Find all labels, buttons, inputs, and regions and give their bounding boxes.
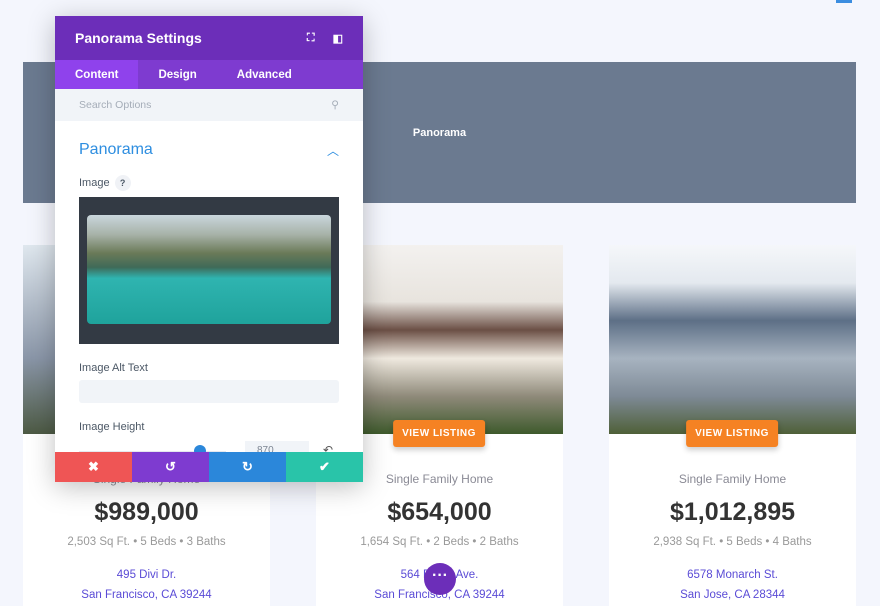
more-options-button[interactable]: ··· — [424, 563, 456, 595]
section-title: Panorama — [79, 141, 153, 158]
image-label: Image — [79, 177, 110, 189]
search-placeholder: Search Options — [79, 99, 152, 111]
listing-image — [609, 245, 856, 434]
chevron-up-icon[interactable]: ︿ — [327, 142, 339, 159]
banner-title: Panorama — [412, 126, 467, 139]
listing-meta: 1,654 Sq Ft. • 2 Beds • 2 Baths — [360, 536, 519, 548]
help-icon[interactable]: ? — [114, 175, 131, 191]
listing-price: $1,012,895 — [669, 498, 796, 526]
listing-type: Single Family Home — [678, 472, 787, 486]
listing-city[interactable]: San Jose, CA 28344 — [609, 585, 856, 605]
save-button[interactable]: ✔ — [286, 452, 363, 482]
listing-address[interactable]: 6578 Monarch St. — [609, 565, 856, 585]
redo-button[interactable]: ↻ — [209, 452, 286, 482]
cancel-button[interactable]: ✖ — [55, 452, 132, 482]
settings-panel: Panorama Settings ⛶ ◧ Content Design Adva… — [55, 16, 363, 482]
image-upload[interactable] — [79, 197, 339, 344]
tab-content[interactable]: Content — [55, 60, 139, 89]
sidebar-toggle-icon[interactable]: ◧ — [333, 32, 343, 45]
listing-price: $654,000 — [387, 498, 492, 526]
search-icon: ⚲ — [331, 99, 339, 111]
listing-price: $989,000 — [94, 498, 199, 526]
alt-text-label: Image Alt Text — [79, 362, 148, 374]
tab-advanced[interactable]: Advanced — [217, 60, 312, 89]
view-listing-button[interactable]: VIEW LISTING — [393, 420, 485, 447]
undo-button[interactable]: ↺ — [132, 452, 209, 482]
listing-meta: 2,503 Sq Ft. • 5 Beds • 3 Baths — [67, 536, 226, 548]
listing-meta: 2,938 Sq Ft. • 5 Beds • 4 Baths — [653, 536, 812, 548]
section-toggle[interactable]: Panorama ︿ — [55, 141, 363, 159]
hamburger-menu-icon[interactable] — [836, 0, 852, 3]
view-listing-button[interactable]: VIEW LISTING — [686, 420, 778, 447]
listing-address[interactable]: 495 Divi Dr. — [23, 565, 270, 585]
fullscreen-icon[interactable]: ⛶ — [307, 32, 315, 45]
tab-design[interactable]: Design — [138, 60, 216, 89]
image-preview — [87, 215, 331, 324]
listing-city[interactable]: San Francisco, CA 39244 — [23, 585, 270, 605]
search-input[interactable]: Search Options ⚲ — [55, 89, 363, 121]
image-height-label: Image Height — [79, 421, 145, 433]
panel-title: Panorama Settings — [75, 30, 202, 46]
alt-text-input[interactable] — [79, 380, 339, 403]
